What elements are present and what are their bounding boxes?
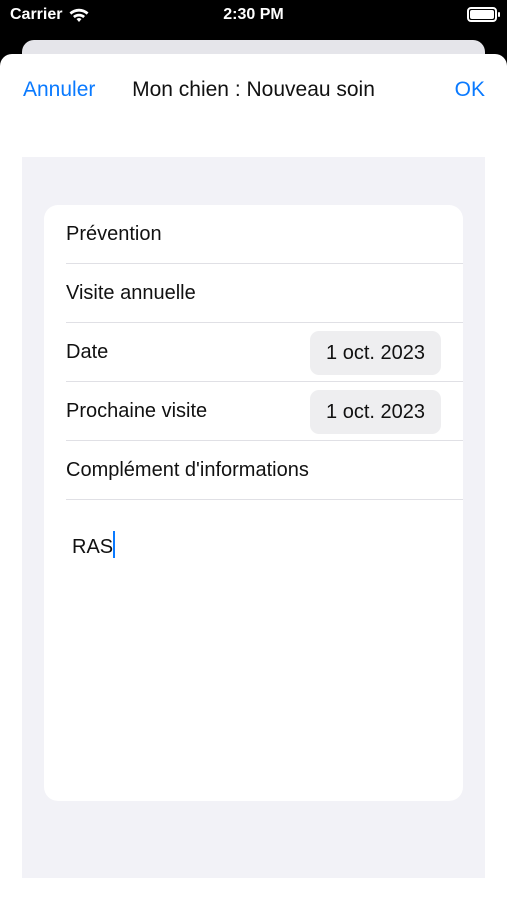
- navigation-bar: Annuler Mon chien : Nouveau soin OK: [0, 54, 507, 126]
- type-value: Prévention: [66, 223, 162, 245]
- name-value: Visite annuelle: [66, 282, 196, 304]
- type-row[interactable]: Prévention: [66, 205, 463, 264]
- date-picker[interactable]: 1 oct. 2023: [310, 331, 441, 375]
- clock: 2:30 PM: [223, 6, 284, 23]
- name-row[interactable]: Visite annuelle: [66, 264, 463, 323]
- text-cursor: [113, 531, 116, 558]
- form-background: Prévention Visite annuelle Date 1 oct. 2…: [22, 157, 485, 878]
- notes-header-row: Complément d'informations: [66, 441, 463, 500]
- notes-label: Complément d'informations: [66, 459, 309, 481]
- date-row: Date 1 oct. 2023: [66, 323, 463, 382]
- notes-textarea[interactable]: RAS: [66, 523, 441, 783]
- page-title: Mon chien : Nouveau soin: [132, 78, 375, 101]
- next-visit-row: Prochaine visite 1 oct. 2023: [66, 382, 463, 441]
- battery-icon: [467, 7, 500, 22]
- modal-sheet: Annuler Mon chien : Nouveau soin OK Prév…: [0, 54, 507, 900]
- date-label: Date: [66, 341, 109, 363]
- status-bar: Carrier 2:30 PM: [0, 0, 507, 36]
- next-visit-picker[interactable]: 1 oct. 2023: [310, 390, 441, 434]
- notes-value: RAS: [72, 536, 114, 558]
- ok-button[interactable]: OK: [455, 78, 485, 102]
- next-visit-label: Prochaine visite: [66, 400, 208, 422]
- form-group: Prévention Visite annuelle Date 1 oct. 2…: [44, 205, 463, 801]
